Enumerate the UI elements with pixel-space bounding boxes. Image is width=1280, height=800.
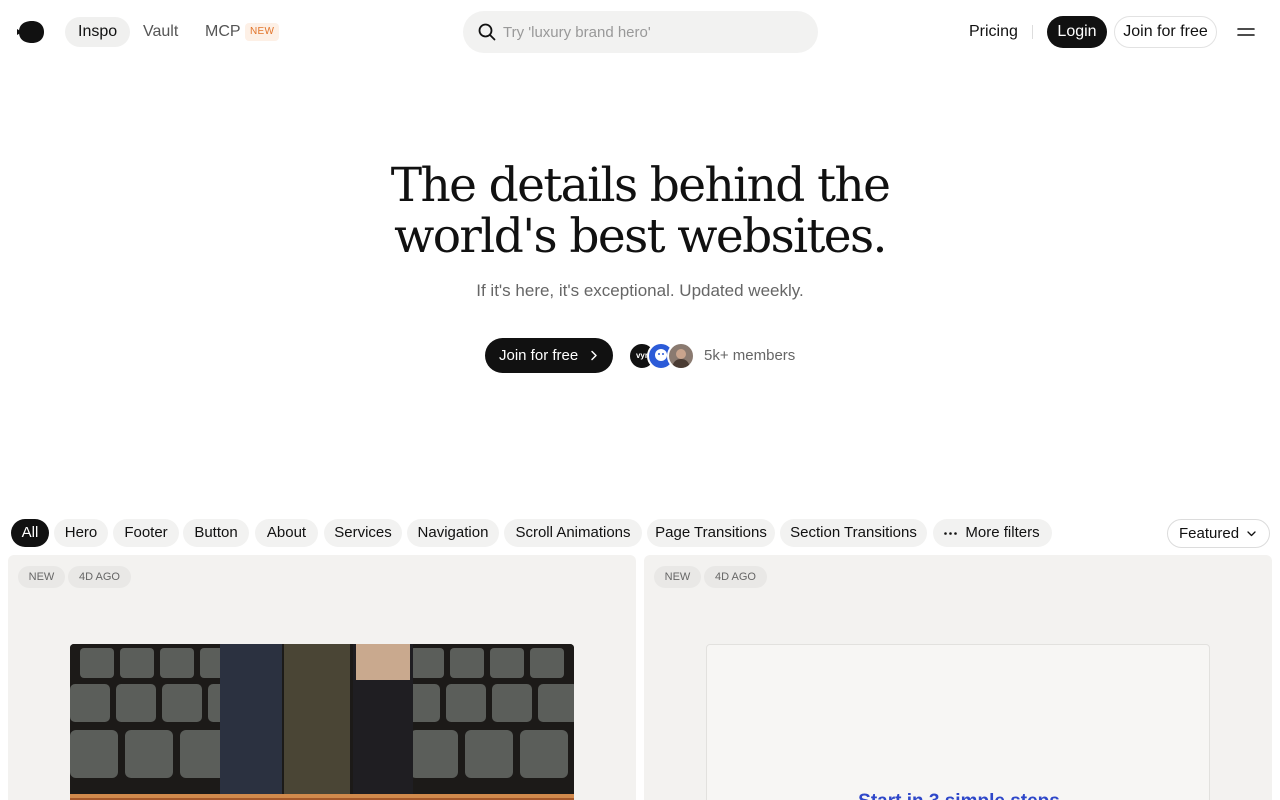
- more-filters-button[interactable]: More filters: [933, 519, 1052, 547]
- menu-icon[interactable]: [1237, 26, 1255, 38]
- hero-join-button[interactable]: Join for free: [485, 338, 613, 373]
- filter-chip-page-transitions[interactable]: Page Transitions: [647, 519, 775, 547]
- filter-chip-button[interactable]: Button: [183, 519, 249, 547]
- avatar: [667, 342, 695, 370]
- site-card[interactable]: NEW 4D AGO: [8, 555, 636, 800]
- chevron-down-icon: [1247, 531, 1256, 537]
- age-tag: 4D AGO: [704, 566, 767, 588]
- search-input[interactable]: [503, 11, 803, 53]
- filter-chip-all[interactable]: All: [11, 519, 49, 547]
- member-avatars: vyr: [628, 342, 696, 370]
- age-tag: 4D AGO: [68, 566, 131, 588]
- new-tag: NEW: [654, 566, 701, 588]
- hero-title-line1: The details behind the: [390, 158, 891, 213]
- pricing-link[interactable]: Pricing: [969, 17, 1018, 47]
- filter-chip-footer[interactable]: Footer: [113, 519, 179, 547]
- sort-dropdown[interactable]: Featured: [1167, 519, 1270, 548]
- nav-inspo[interactable]: Inspo: [65, 17, 131, 47]
- filter-chip-navigation[interactable]: Navigation: [407, 519, 499, 547]
- nav-mcp[interactable]: MCP: [205, 17, 241, 47]
- header-divider: [1032, 25, 1033, 39]
- hero-title-line2: world's best websites.: [394, 209, 887, 264]
- logo-icon[interactable]: [17, 20, 45, 44]
- site-card[interactable]: NEW 4D AGO Start in 3 simple steps: [644, 555, 1272, 800]
- hero-title: The details behind the world's best webs…: [340, 160, 940, 262]
- search-bar[interactable]: [463, 11, 818, 53]
- chevron-right-icon: [591, 350, 597, 361]
- filter-chip-services[interactable]: Services: [324, 519, 402, 547]
- hero-join-label: Join for free: [499, 347, 579, 364]
- more-filters-label: More filters: [965, 524, 1040, 541]
- preview-heading: Start in 3 simple steps: [707, 789, 1211, 800]
- card-thumbnail-preview: Start in 3 simple steps: [706, 644, 1210, 800]
- nav-vault[interactable]: Vault: [143, 17, 178, 47]
- join-free-button[interactable]: Join for free: [1114, 16, 1217, 48]
- members-count: 5k+ members: [704, 347, 796, 364]
- new-badge: NEW: [245, 23, 280, 41]
- sort-label: Featured: [1179, 525, 1240, 542]
- search-icon: [478, 23, 496, 41]
- top-header: Inspo Vault MCP NEW Pricing Login Join f…: [0, 0, 1280, 64]
- hero-subtitle: If it's here, it's exceptional. Updated …: [476, 281, 804, 300]
- filter-chip-section-transitions[interactable]: Section Transitions: [780, 519, 927, 547]
- login-button[interactable]: Login: [1047, 16, 1107, 48]
- filter-chip-hero[interactable]: Hero: [54, 519, 108, 547]
- filter-chip-about[interactable]: About: [255, 519, 318, 547]
- new-tag: NEW: [18, 566, 65, 588]
- filter-chip-scroll-animations[interactable]: Scroll Animations: [504, 519, 642, 547]
- card-thumbnail-image: [70, 644, 574, 800]
- more-icon: [944, 532, 957, 535]
